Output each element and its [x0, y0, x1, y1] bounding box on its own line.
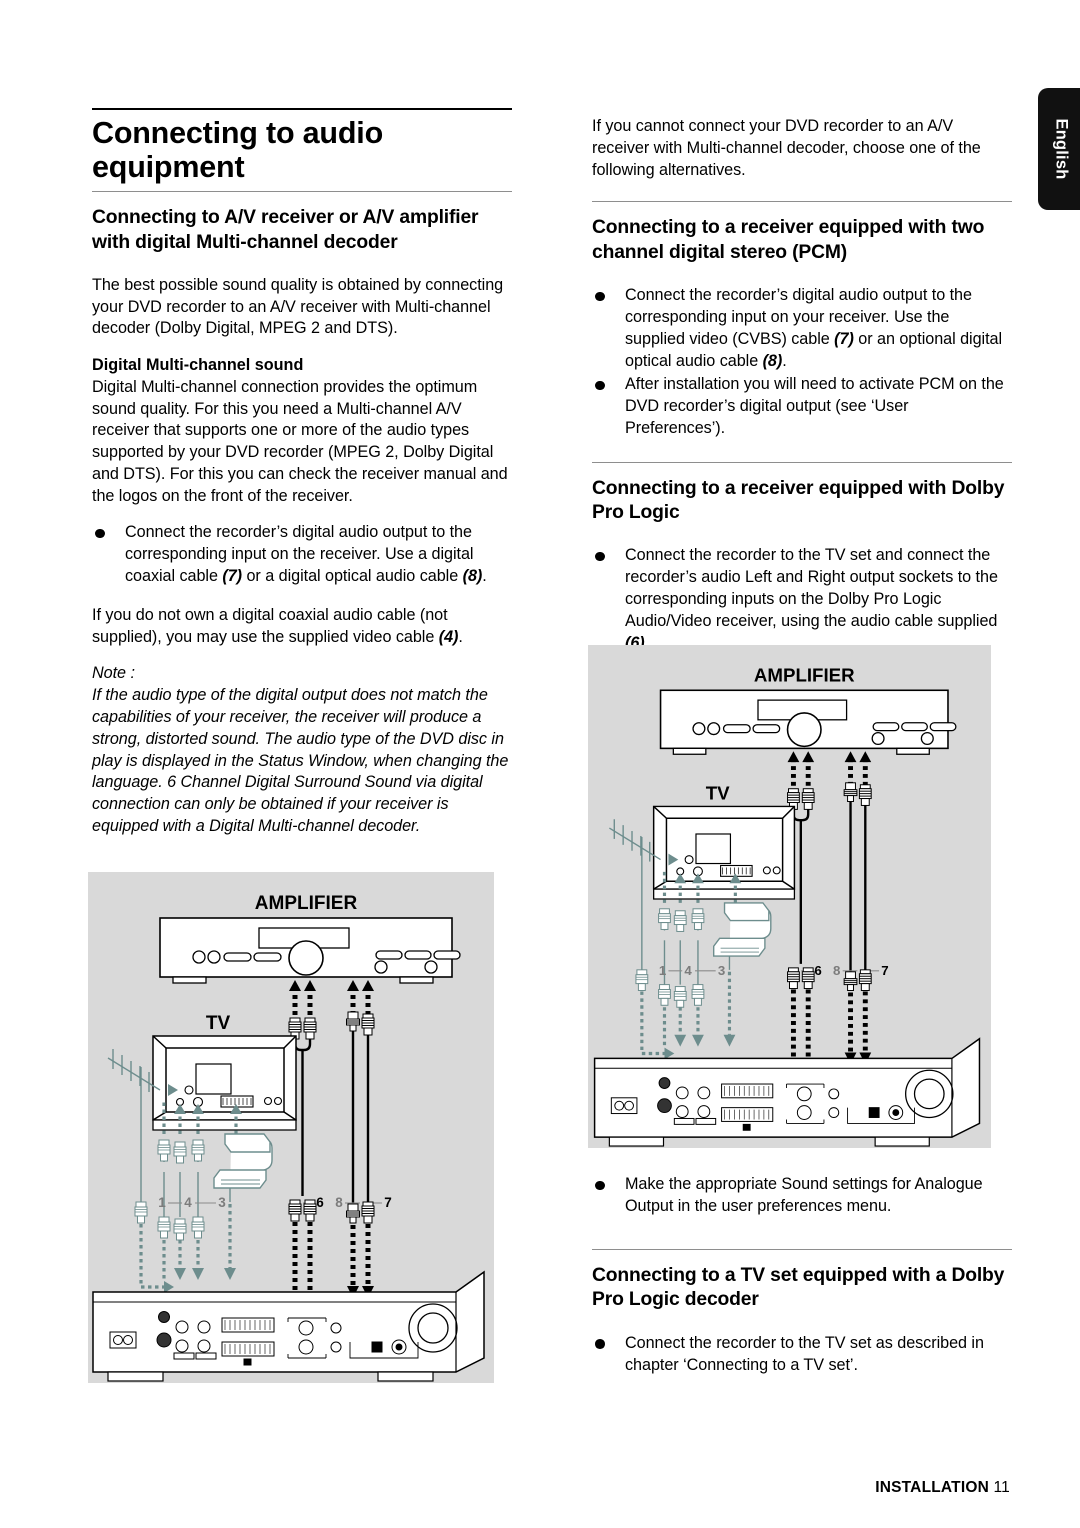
language-tab: English — [1038, 88, 1080, 210]
bullet-list-digital: Connect the recorder’s digital audio out… — [92, 522, 512, 587]
svg-text:1: 1 — [659, 963, 667, 978]
pcm-section-rule — [592, 201, 1012, 203]
bullet-dot-icon — [595, 551, 605, 562]
svg-text:4: 4 — [684, 963, 692, 978]
svg-text:6: 6 — [316, 1195, 324, 1210]
svg-text:4: 4 — [184, 1195, 192, 1210]
svg-text:3: 3 — [718, 963, 725, 978]
cable-ref: (7) — [222, 567, 243, 586]
connection-diagram-left: AMPLIFIER TV 1 4 3 6 8 7 — [88, 872, 494, 1383]
list-item: Connect the recorder to the TV set as de… — [592, 1333, 1012, 1377]
bullet-list-sound-settings: Make the appropriate Sound settings for … — [592, 1174, 1012, 1218]
bullet-list-prologic: Connect the recorder to the TV set and c… — [592, 545, 1012, 654]
bullet-dot-icon — [95, 528, 105, 539]
svg-text:7: 7 — [384, 1195, 392, 1210]
bullet-dot-icon — [595, 380, 605, 391]
bullet-text-end: . — [482, 567, 487, 586]
no-coax-end: . — [458, 627, 463, 646]
digital-multichannel-paragraph: Digital Multi-channel connection provide… — [92, 377, 508, 505]
svg-text:AMPLIFIER: AMPLIFIER — [255, 893, 358, 914]
list-item: Connect the recorder’s digital audio out… — [592, 285, 1012, 372]
left-column: Connecting to audio equipment Connecting… — [92, 0, 512, 838]
svg-text:7: 7 — [881, 963, 888, 978]
svg-text:8: 8 — [335, 1195, 343, 1210]
cable-ref: (7) — [834, 329, 854, 348]
bullet-dot-icon — [595, 291, 605, 302]
prologic-bullet-pre: Connect the recorder to the TV set and c… — [625, 546, 998, 630]
cable-ref: (4) — [438, 627, 459, 646]
sound-settings-text: Make the appropriate Sound settings for … — [625, 1175, 983, 1216]
svg-text:TV: TV — [706, 783, 730, 804]
list-item: Make the appropriate Sound settings for … — [592, 1174, 1012, 1218]
heading-av-receiver: Connecting to A/V receiver or A/V amplif… — [92, 207, 479, 253]
language-tab-label: English — [1052, 118, 1071, 180]
bullet-dot-icon — [595, 1180, 605, 1191]
bullet-list-tv-prologic: Connect the recorder to the TV set as de… — [592, 1333, 1012, 1377]
heading-dolby-pro-logic: Connecting to a receiver equipped with D… — [592, 477, 1005, 524]
svg-text:8: 8 — [833, 963, 840, 978]
no-coaxial-paragraph: If you do not own a digital coaxial audi… — [92, 605, 512, 649]
footer-chapter: INSTALLATION — [875, 1479, 989, 1496]
pcm-bullet1-end: . — [782, 351, 787, 370]
pcm-bullet2-text: After installation you will need to acti… — [625, 375, 1004, 437]
list-item: Connect the recorder’s digital audio out… — [92, 522, 512, 587]
note-label: Note : — [92, 664, 135, 683]
tv-prologic-section-rule — [592, 1248, 1012, 1250]
heading-tv-dolby-pro-logic: Connecting to a TV set equipped with a D… — [592, 1264, 1005, 1311]
list-item: Connect the recorder to the TV set and c… — [592, 545, 1012, 654]
intro-paragraph: The best possible sound quality is obtai… — [92, 275, 504, 338]
note-body: If the audio type of the digital output … — [92, 686, 509, 835]
bullet-list-pcm: Connect the recorder’s digital audio out… — [592, 285, 1012, 439]
no-coax-pre: If you do not own a digital coaxial audi… — [92, 605, 448, 646]
cable-ref: (8) — [762, 351, 783, 370]
bullet-dot-icon — [595, 1339, 605, 1349]
page-title: Connecting to audio equipment — [92, 116, 383, 184]
svg-text:6: 6 — [814, 963, 821, 978]
footer-page-number: 11 — [993, 1479, 1010, 1496]
tv-prologic-text: Connect the recorder to the TV set as de… — [625, 1333, 984, 1374]
prologic-section-rule — [592, 461, 1012, 463]
svg-text:TV: TV — [206, 1013, 231, 1034]
svg-text:AMPLIFIER: AMPLIFIER — [754, 664, 855, 685]
list-item: After installation you will need to acti… — [592, 374, 1012, 439]
cable-ref: (8) — [462, 567, 483, 586]
right-intro-paragraph: If you cannot connect your DVD recorder … — [592, 117, 981, 179]
heading-pcm: Connecting to a receiver equipped with t… — [592, 217, 985, 263]
svg-text:3: 3 — [218, 1195, 226, 1210]
subheading-digital-multichannel-sound: Digital Multi-channel sound — [92, 356, 304, 375]
title-rule-bottom — [92, 191, 512, 193]
title-rule-top — [92, 108, 512, 110]
bullet-text-mid: or a digital optical audio cable — [242, 567, 463, 586]
page-footer: INSTALLATION 11 — [0, 1479, 1080, 1497]
connection-diagram-right: AMPLIFIER TV 1 4 3 6 8 7 — [588, 645, 991, 1148]
svg-text:1: 1 — [158, 1195, 166, 1210]
